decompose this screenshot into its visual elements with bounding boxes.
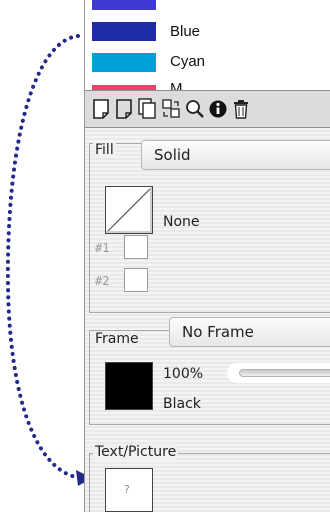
fill-slot2-label: #2 xyxy=(95,274,110,288)
frame-opacity-slider-track[interactable] xyxy=(239,369,330,377)
swatch-list: Blue Cyan M xyxy=(85,0,330,90)
placeholder-question-icon: ? xyxy=(124,483,130,496)
arrow-path xyxy=(5,34,82,480)
fill-type-dropdown[interactable]: Solid xyxy=(141,140,330,170)
fill-slot2-box[interactable] xyxy=(124,268,148,292)
frame-opacity-value: 100% xyxy=(163,366,204,382)
new-page-icon[interactable] xyxy=(90,97,112,121)
frame-type-value: No Frame xyxy=(182,323,254,341)
swatch-chip xyxy=(92,53,156,72)
fill-slot1-box[interactable] xyxy=(124,235,148,259)
frame-type-dropdown[interactable]: No Frame xyxy=(169,317,330,347)
info-icon[interactable] xyxy=(207,97,229,121)
swatch-row-top[interactable] xyxy=(85,0,330,14)
swatch-chip xyxy=(92,22,156,41)
frame-title: Frame xyxy=(93,331,141,347)
swatch-label-blue: Blue xyxy=(170,23,201,40)
fill-type-value: Solid xyxy=(154,146,191,164)
swap-icon[interactable] xyxy=(160,97,182,121)
page-icon[interactable] xyxy=(113,97,135,121)
fill-slot1-label: #1 xyxy=(95,241,110,255)
text-picture-well[interactable]: ? xyxy=(105,468,153,512)
palette-toolbar xyxy=(85,90,330,128)
frame-opacity-field[interactable] xyxy=(227,363,330,383)
zoom-icon[interactable] xyxy=(184,97,206,121)
swatch-label-magenta: M xyxy=(170,80,183,90)
frame-color-well[interactable] xyxy=(105,362,153,410)
fill-color-well[interactable] xyxy=(105,186,153,234)
colors-palette-panel: Blue Cyan M Fill Solid None #1 #2 Frame … xyxy=(84,0,330,512)
duplicate-icon[interactable] xyxy=(136,97,158,121)
trash-icon[interactable] xyxy=(230,97,252,121)
fill-title: Fill xyxy=(93,142,116,158)
frame-color-name: Black xyxy=(163,396,201,412)
swatch-row-magenta[interactable]: M xyxy=(85,80,330,90)
fill-color-name: None xyxy=(163,214,200,230)
swatch-label-cyan: Cyan xyxy=(170,53,206,70)
swatch-row-cyan[interactable]: Cyan xyxy=(85,46,330,76)
text-picture-title: Text/Picture xyxy=(93,444,179,460)
none-swatch-icon xyxy=(107,188,151,232)
swatch-chip xyxy=(92,0,156,10)
swatch-row-blue[interactable]: Blue xyxy=(85,14,330,44)
